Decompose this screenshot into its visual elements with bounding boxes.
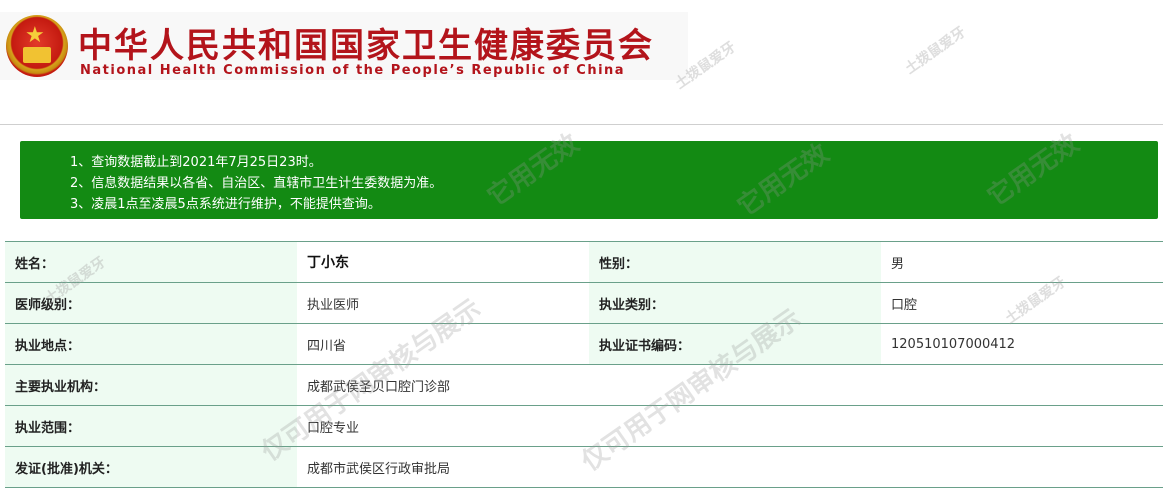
location-label: 执业地点： [5, 323, 297, 365]
doctor-info-table: 姓名： 丁小东 性别： 男 医师级别： 执业医师 执业类别： 口腔 执业地点： … [5, 241, 1163, 488]
level-value: 执业医师 [297, 282, 589, 324]
category-value: 口腔 [881, 282, 1163, 324]
authority-label: 发证(批准)机关： [5, 446, 297, 488]
table-row: 主要执业机构： 成都武侯圣贝口腔门诊部 [5, 364, 1163, 406]
category-label: 执业类别： [589, 282, 881, 324]
star-icon: ★ [25, 23, 45, 48]
header-divider [0, 124, 1163, 125]
scope-label: 执业范围： [5, 405, 297, 447]
gender-value: 男 [881, 241, 1163, 283]
institution-value: 成都武侯圣贝口腔门诊部 [297, 364, 1163, 406]
table-row: 执业范围： 口腔专业 [5, 405, 1163, 447]
notice-box: 1、查询数据截止到2021年7月25日23时。 2、信息数据结果以各省、自治区、… [20, 141, 1158, 219]
notice-line-2: 2、信息数据结果以各省、自治区、直辖市卫生计生委数据为准。 [70, 176, 443, 191]
site-title-chinese: 中华人民共和国国家卫生健康委员会 [78, 26, 654, 66]
notice-line-1: 1、查询数据截止到2021年7月25日23时。 [70, 155, 322, 170]
cert-label: 执业证书编码： [589, 323, 881, 365]
level-label: 医师级别： [5, 282, 297, 324]
site-title-english: National Health Commission of the People… [80, 63, 626, 78]
gate-icon [23, 47, 51, 63]
site-header: ★ 中华人民共和国国家卫生健康委员会 National Health Commi… [0, 12, 688, 80]
location-value: 四川省 [297, 323, 589, 365]
table-row: 姓名： 丁小东 性别： 男 [5, 241, 1163, 283]
cert-value: 120510107000412 [881, 323, 1163, 365]
name-label: 姓名： [5, 241, 297, 283]
national-emblem-icon: ★ [6, 15, 68, 77]
institution-label: 主要执业机构： [5, 364, 297, 406]
name-value: 丁小东 [297, 241, 589, 283]
table-row: 执业地点： 四川省 执业证书编码： 120510107000412 [5, 323, 1163, 365]
table-row: 医师级别： 执业医师 执业类别： 口腔 [5, 282, 1163, 324]
authority-value: 成都市武侯区行政审批局 [297, 446, 1163, 488]
scope-value: 口腔专业 [297, 405, 1163, 447]
watermark-small: 土拨鼠爱牙 [902, 24, 969, 78]
notice-line-3: 3、凌晨1点至凌晨5点系统进行维护，不能提供查询。 [70, 197, 381, 212]
table-row: 发证(批准)机关： 成都市武侯区行政审批局 [5, 446, 1163, 488]
gender-label: 性别： [589, 241, 881, 283]
